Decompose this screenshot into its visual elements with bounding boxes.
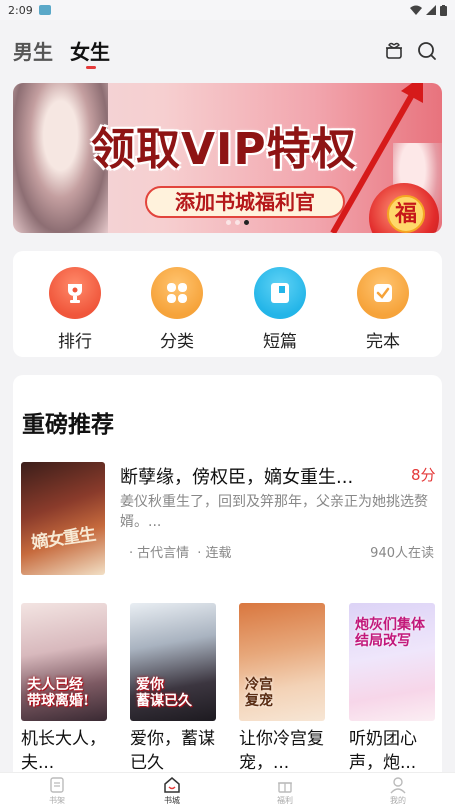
book-cover: 冷宫 复宠 bbox=[239, 603, 325, 721]
featured-book-readers: 940人在读 bbox=[370, 546, 434, 561]
book-title: 机长大人，夫... bbox=[21, 729, 106, 773]
book-cover: 爱你 蓄谋已久 bbox=[130, 603, 216, 721]
cover-text: 爱你 蓄谋已久 bbox=[136, 677, 192, 709]
status-time: 2:09 bbox=[8, 3, 33, 17]
cover-text: 嫡女重生 bbox=[30, 524, 97, 554]
bookshelf-icon bbox=[50, 777, 64, 793]
quick-link-short-stories[interactable]: 短篇 bbox=[250, 267, 310, 352]
featured-book-meta: · 古代言情 · 连载 bbox=[129, 546, 232, 561]
check-icon bbox=[357, 267, 409, 319]
tab-label: 书城 bbox=[164, 796, 180, 805]
tab-mine[interactable]: 我的 bbox=[378, 776, 418, 806]
tab-welfare[interactable]: 福利 bbox=[265, 776, 305, 806]
book-title: 爱你，蓄谋已久 bbox=[130, 729, 215, 773]
note-icon bbox=[254, 267, 306, 319]
recommend-section: 重磅推荐 嫡女重生 断孽缘，傍权臣，嫡女重生... 8分 姜仪秋重生了，回到及笄… bbox=[13, 375, 442, 775]
tab-bookstore[interactable]: 书城 bbox=[152, 776, 192, 806]
status-icons bbox=[410, 4, 447, 16]
tab-label: 书架 bbox=[49, 796, 65, 805]
user-icon bbox=[390, 777, 406, 794]
fu-badge: 福 bbox=[387, 195, 425, 233]
tab-bookshelf[interactable]: 书架 bbox=[37, 776, 77, 806]
gift-icon bbox=[278, 782, 292, 793]
pagination-dot bbox=[226, 220, 231, 225]
search-icon[interactable] bbox=[416, 40, 438, 62]
promo-banner[interactable]: 领取VIP特权 添加书城福利官 福 bbox=[13, 83, 442, 233]
bottom-tab-bar: 书架 书城 福利 我的 bbox=[0, 772, 455, 809]
top-navigation: 男生 女生 bbox=[0, 28, 455, 76]
active-tab-indicator bbox=[86, 66, 96, 69]
book-status: 连载 bbox=[205, 546, 232, 561]
book-title: 听奶团心声，炮... bbox=[349, 729, 417, 773]
book-item[interactable]: 炮灰们集体 结局改写 听奶团心声，炮... bbox=[349, 603, 435, 775]
notification-icon bbox=[38, 5, 51, 15]
banner-title: 领取VIP特权 bbox=[91, 124, 357, 175]
book-cover: 夫人已经 带球离婚! bbox=[21, 603, 107, 721]
pagination-dot bbox=[235, 220, 240, 225]
quick-links-card: 排行 分类 短篇 完本 bbox=[13, 251, 442, 357]
section-title: 重磅推荐 bbox=[22, 411, 114, 438]
book-item[interactable]: 冷宫 复宠 让你冷宫复宠，... bbox=[239, 603, 325, 775]
quick-link-label: 短篇 bbox=[263, 332, 297, 352]
featured-book-title[interactable]: 断孽缘，傍权臣，嫡女重生... bbox=[120, 463, 390, 489]
tab-label: 我的 bbox=[390, 796, 406, 805]
featured-book-description: 姜仪秋重生了，回到及笄那年，父亲正为她挑选赘婿。... bbox=[120, 494, 428, 530]
pagination-dot-active bbox=[244, 220, 249, 225]
battery-icon bbox=[440, 4, 447, 16]
wifi-icon bbox=[410, 5, 422, 15]
cover-text: 夫人已经 带球离婚! bbox=[27, 677, 90, 709]
trophy-icon bbox=[49, 267, 101, 319]
quick-link-label: 完本 bbox=[366, 332, 400, 352]
book-title: 让你冷宫复宠，... bbox=[239, 729, 324, 773]
cover-text: 炮灰们集体 结局改写 bbox=[355, 617, 425, 649]
quick-link-completed[interactable]: 完本 bbox=[353, 267, 413, 352]
book-item[interactable]: 夫人已经 带球离婚! 机长大人，夫... bbox=[21, 603, 107, 775]
status-bar: 2:09 bbox=[0, 0, 455, 20]
featured-book-cover[interactable]: 嫡女重生 bbox=[21, 462, 105, 575]
grid-icon bbox=[151, 267, 203, 319]
book-item[interactable]: 爱你 蓄谋已久 爱你，蓄谋已久 bbox=[130, 603, 216, 775]
book-cover: 炮灰们集体 结局改写 bbox=[349, 603, 435, 721]
tab-male[interactable]: 男生 bbox=[13, 36, 53, 65]
cover-text: 冷宫 复宠 bbox=[245, 677, 273, 709]
gift-icon[interactable] bbox=[383, 40, 405, 62]
tab-label: 福利 bbox=[277, 796, 293, 805]
book-genre: 古代言情 bbox=[137, 546, 190, 561]
banner-subtitle: 添加书城福利官 bbox=[145, 186, 345, 218]
tab-female[interactable]: 女生 bbox=[70, 36, 110, 65]
signal-icon bbox=[426, 5, 436, 15]
quick-link-label: 分类 bbox=[160, 332, 194, 352]
featured-book-score: 8分 bbox=[411, 466, 436, 484]
store-icon bbox=[164, 777, 180, 793]
quick-link-label: 排行 bbox=[58, 332, 92, 352]
banner-pagination bbox=[226, 220, 249, 225]
quick-link-ranking[interactable]: 排行 bbox=[45, 267, 105, 352]
quick-link-category[interactable]: 分类 bbox=[147, 267, 207, 352]
